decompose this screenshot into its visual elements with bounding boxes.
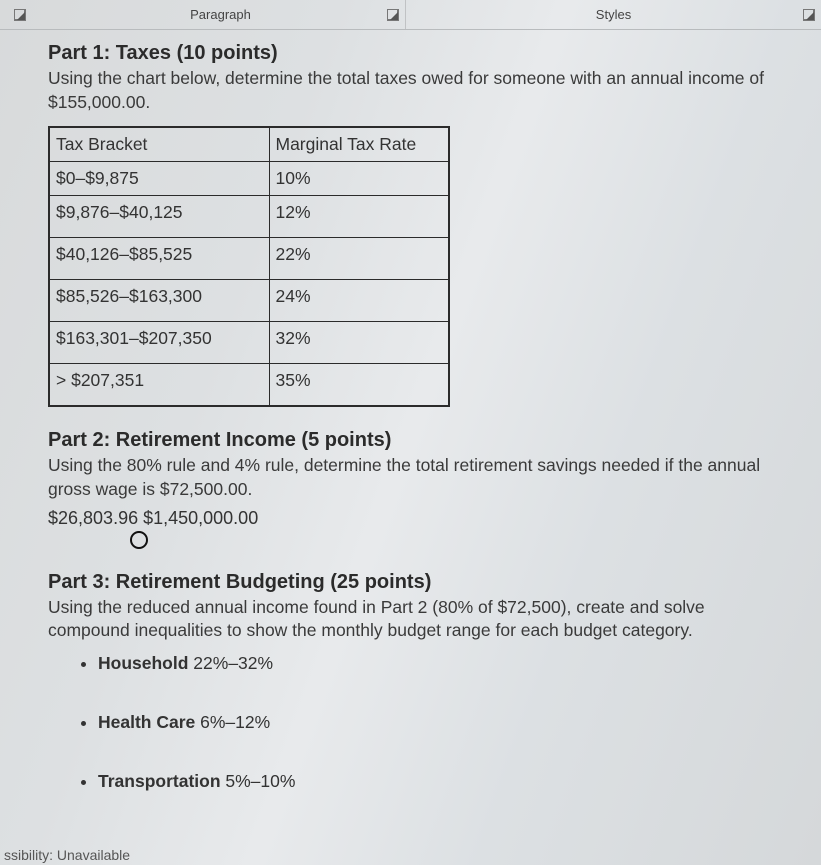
table-row: $0–$9,87510% (49, 162, 449, 196)
part2-answers: $26,803.96 $1,450,000.00 (48, 508, 791, 529)
part3-heading: Part 3: Retirement Budgeting (25 points) (48, 571, 791, 594)
table-row: > $207,35135% (49, 364, 449, 407)
table-row: $85,526–$163,30024% (49, 280, 449, 322)
list-item: Health Care 6%–12% (98, 712, 791, 733)
ribbon-bar: Paragraph Styles (0, 0, 821, 30)
table-header: Marginal Tax Rate (269, 127, 449, 162)
table-row: $163,301–$207,35032% (49, 322, 449, 364)
category-list: Household 22%–32% Health Care 6%–12% Tra… (98, 653, 791, 792)
ribbon-group-paragraph: Paragraph (190, 7, 251, 22)
tax-bracket-table: Tax Bracket Marginal Tax Rate $0–$9,8751… (48, 126, 450, 407)
part1-body: Using the chart below, determine the tot… (48, 67, 791, 114)
dialog-launcher-icon[interactable] (803, 9, 815, 21)
part2-body: Using the 80% rule and 4% rule, determin… (48, 454, 791, 501)
dialog-launcher-icon[interactable] (387, 9, 399, 21)
dialog-launcher-icon[interactable] (14, 9, 26, 21)
table-row: $9,876–$40,12512% (49, 196, 449, 238)
part1-heading: Part 1: Taxes (10 points) (48, 42, 791, 65)
table-row: $40,126–$85,52522% (49, 238, 449, 280)
document-body: Part 1: Taxes (10 points) Using the char… (0, 30, 821, 792)
list-item: Transportation 5%–10% (98, 771, 791, 792)
part3-body: Using the reduced annual income found in… (48, 596, 791, 643)
cursor-marker-icon (130, 531, 148, 549)
list-item: Household 22%–32% (98, 653, 791, 674)
part2-heading: Part 2: Retirement Income (5 points) (48, 429, 791, 452)
status-bar-accessibility[interactable]: ssibility: Unavailable (0, 845, 134, 865)
table-header: Tax Bracket (49, 127, 269, 162)
ribbon-group-styles: Styles (596, 7, 631, 22)
